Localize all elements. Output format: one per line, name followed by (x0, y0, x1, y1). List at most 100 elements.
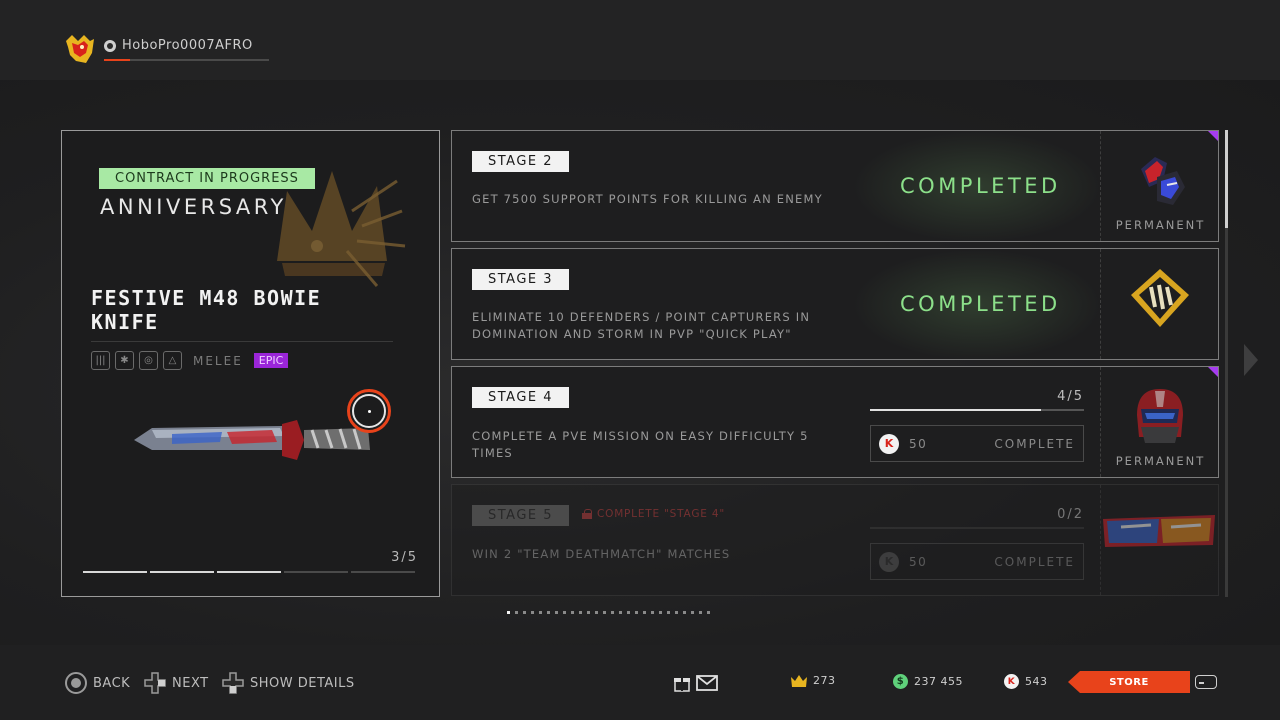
pager-dot[interactable] (563, 611, 566, 614)
contract-pager[interactable] (507, 611, 710, 614)
stage-segment (217, 571, 281, 573)
reward-panel[interactable] (1100, 249, 1218, 359)
pager-dot[interactable] (603, 611, 606, 614)
xp-progress-bar (104, 59, 269, 61)
reward-panel[interactable]: PERMANENT (1100, 131, 1218, 241)
credits-balance: $ 237 455 (893, 674, 963, 689)
pager-dot[interactable] (579, 611, 582, 614)
pager-dot[interactable] (539, 611, 542, 614)
reward-panel[interactable] (1100, 485, 1218, 595)
divider (91, 341, 393, 342)
pager-dot[interactable] (667, 611, 670, 614)
kredits-icon: K (879, 433, 899, 454)
crown-icon (791, 674, 807, 687)
xp-progress-fill (104, 59, 131, 61)
stage-label: STAGE 4 (472, 387, 569, 408)
helmet-icon (1137, 389, 1183, 443)
pager-dot[interactable] (691, 611, 694, 614)
skip-cost: 50 (909, 554, 928, 569)
kredits-value: 543 (1025, 675, 1048, 688)
pager-dot[interactable] (547, 611, 550, 614)
preview-target-icon[interactable] (347, 389, 391, 433)
stages-scrollbar[interactable] (1225, 130, 1228, 597)
progress-track (870, 527, 1084, 529)
ammo-icon: ||| (91, 351, 110, 370)
pager-dot[interactable] (555, 611, 558, 614)
user-info: HoboPro0007AFRO (104, 38, 253, 53)
stage-progress: 0/2 (870, 507, 1084, 529)
pager-dot[interactable] (699, 611, 702, 614)
engineer-icon: ◎ (139, 351, 158, 370)
pager-dot[interactable] (507, 611, 510, 614)
rarity-badge: EPIC (253, 353, 289, 368)
pager-dot[interactable] (587, 611, 590, 614)
pager-dot[interactable] (515, 611, 518, 614)
store-button[interactable]: STORE (1068, 671, 1190, 693)
pager-dot[interactable] (619, 611, 622, 614)
pager-dot[interactable] (611, 611, 614, 614)
medic-icon: ✱ (115, 351, 134, 370)
stage-progress: 4/5 (870, 389, 1084, 411)
pager-dot[interactable] (627, 611, 630, 614)
stage-row-locked[interactable]: STAGE 5 COMPLETE "STAGE 4" WIN 2 "TEAM D… (451, 484, 1219, 596)
stage-counter: 3/5 (391, 550, 418, 565)
credits-value: 237 455 (914, 675, 963, 688)
stage-row[interactable]: STAGE 2 GET 7500 SUPPORT POINTS FOR KILL… (451, 130, 1219, 242)
stage-segment (284, 571, 348, 573)
stage-description: COMPLETE A PVE MISSION ON EASY DIFFICULT… (472, 429, 809, 460)
next-page-arrow-icon[interactable] (1244, 344, 1258, 376)
pager-dot[interactable] (523, 611, 526, 614)
kredits-balance: K 543 (1004, 674, 1048, 689)
skip-cost: 50 (909, 436, 928, 451)
progress-fill (870, 409, 1042, 411)
next-button[interactable]: NEXT (144, 672, 209, 694)
pager-dot[interactable] (675, 611, 678, 614)
pager-dot[interactable] (707, 611, 710, 614)
stage-row[interactable]: STAGE 3 ELIMINATE 10 DEFENDERS / POINT C… (451, 248, 1219, 360)
reward-panel[interactable]: PERMANENT (1100, 367, 1218, 477)
dpad-down-icon (222, 672, 244, 694)
contract-card[interactable]: CONTRACT IN PROGRESS ANNIVERSARY FESTIVE… (61, 130, 440, 597)
pager-dot[interactable] (635, 611, 638, 614)
touchpad-icon[interactable] (1195, 675, 1217, 689)
pager-dot[interactable] (531, 611, 534, 614)
sniper-icon: △ (163, 351, 182, 370)
corner-marker (1208, 131, 1218, 141)
rank-badge-icon (1131, 269, 1189, 327)
credits-icon: $ (893, 674, 908, 689)
skip-action: COMPLETE (994, 436, 1075, 451)
stage-label: STAGE 5 (472, 505, 569, 526)
username: HoboPro0007AFRO (122, 38, 253, 53)
banner-icon (1103, 515, 1215, 547)
pager-dot[interactable] (683, 611, 686, 614)
stage-progress-segments (83, 571, 415, 573)
back-button[interactable]: BACK (65, 672, 130, 694)
pager-dot[interactable] (571, 611, 574, 614)
skip-stage-button[interactable]: K 50 COMPLETE (870, 425, 1084, 462)
progress-track (870, 409, 1084, 411)
pager-dot[interactable] (651, 611, 654, 614)
next-label: NEXT (172, 675, 209, 691)
mail-icon (696, 675, 718, 691)
store-label: STORE (1109, 676, 1149, 688)
pager-dot[interactable] (643, 611, 646, 614)
show-details-button[interactable]: SHOW DETAILS (222, 672, 355, 694)
stage-label: STAGE 3 (472, 269, 569, 290)
stage-description: ELIMINATE 10 DEFENDERS / POINT CAPTURERS… (472, 310, 811, 341)
profile-avatar-icon[interactable] (64, 33, 96, 65)
circle-button-icon (65, 672, 87, 694)
progress-count: 0/2 (1057, 507, 1084, 522)
lock-icon (582, 509, 592, 519)
reward-item-name: FESTIVE M48 BOWIE KNIFE (91, 286, 322, 334)
pager-dot[interactable] (595, 611, 598, 614)
crowns-balance: 273 (791, 674, 836, 687)
skip-stage-button[interactable]: K 50 COMPLETE (870, 543, 1084, 580)
mail-button[interactable] (674, 674, 718, 692)
item-tags: ||| ✱ ◎ △ MELEE EPIC (91, 351, 289, 370)
back-label: BACK (93, 675, 131, 691)
kredits-icon: K (879, 551, 899, 572)
pager-dot[interactable] (659, 611, 662, 614)
scrollbar-thumb[interactable] (1225, 130, 1228, 228)
skip-action: COMPLETE (994, 554, 1075, 569)
stage-row[interactable]: STAGE 4 COMPLETE A PVE MISSION ON EASY D… (451, 366, 1219, 478)
